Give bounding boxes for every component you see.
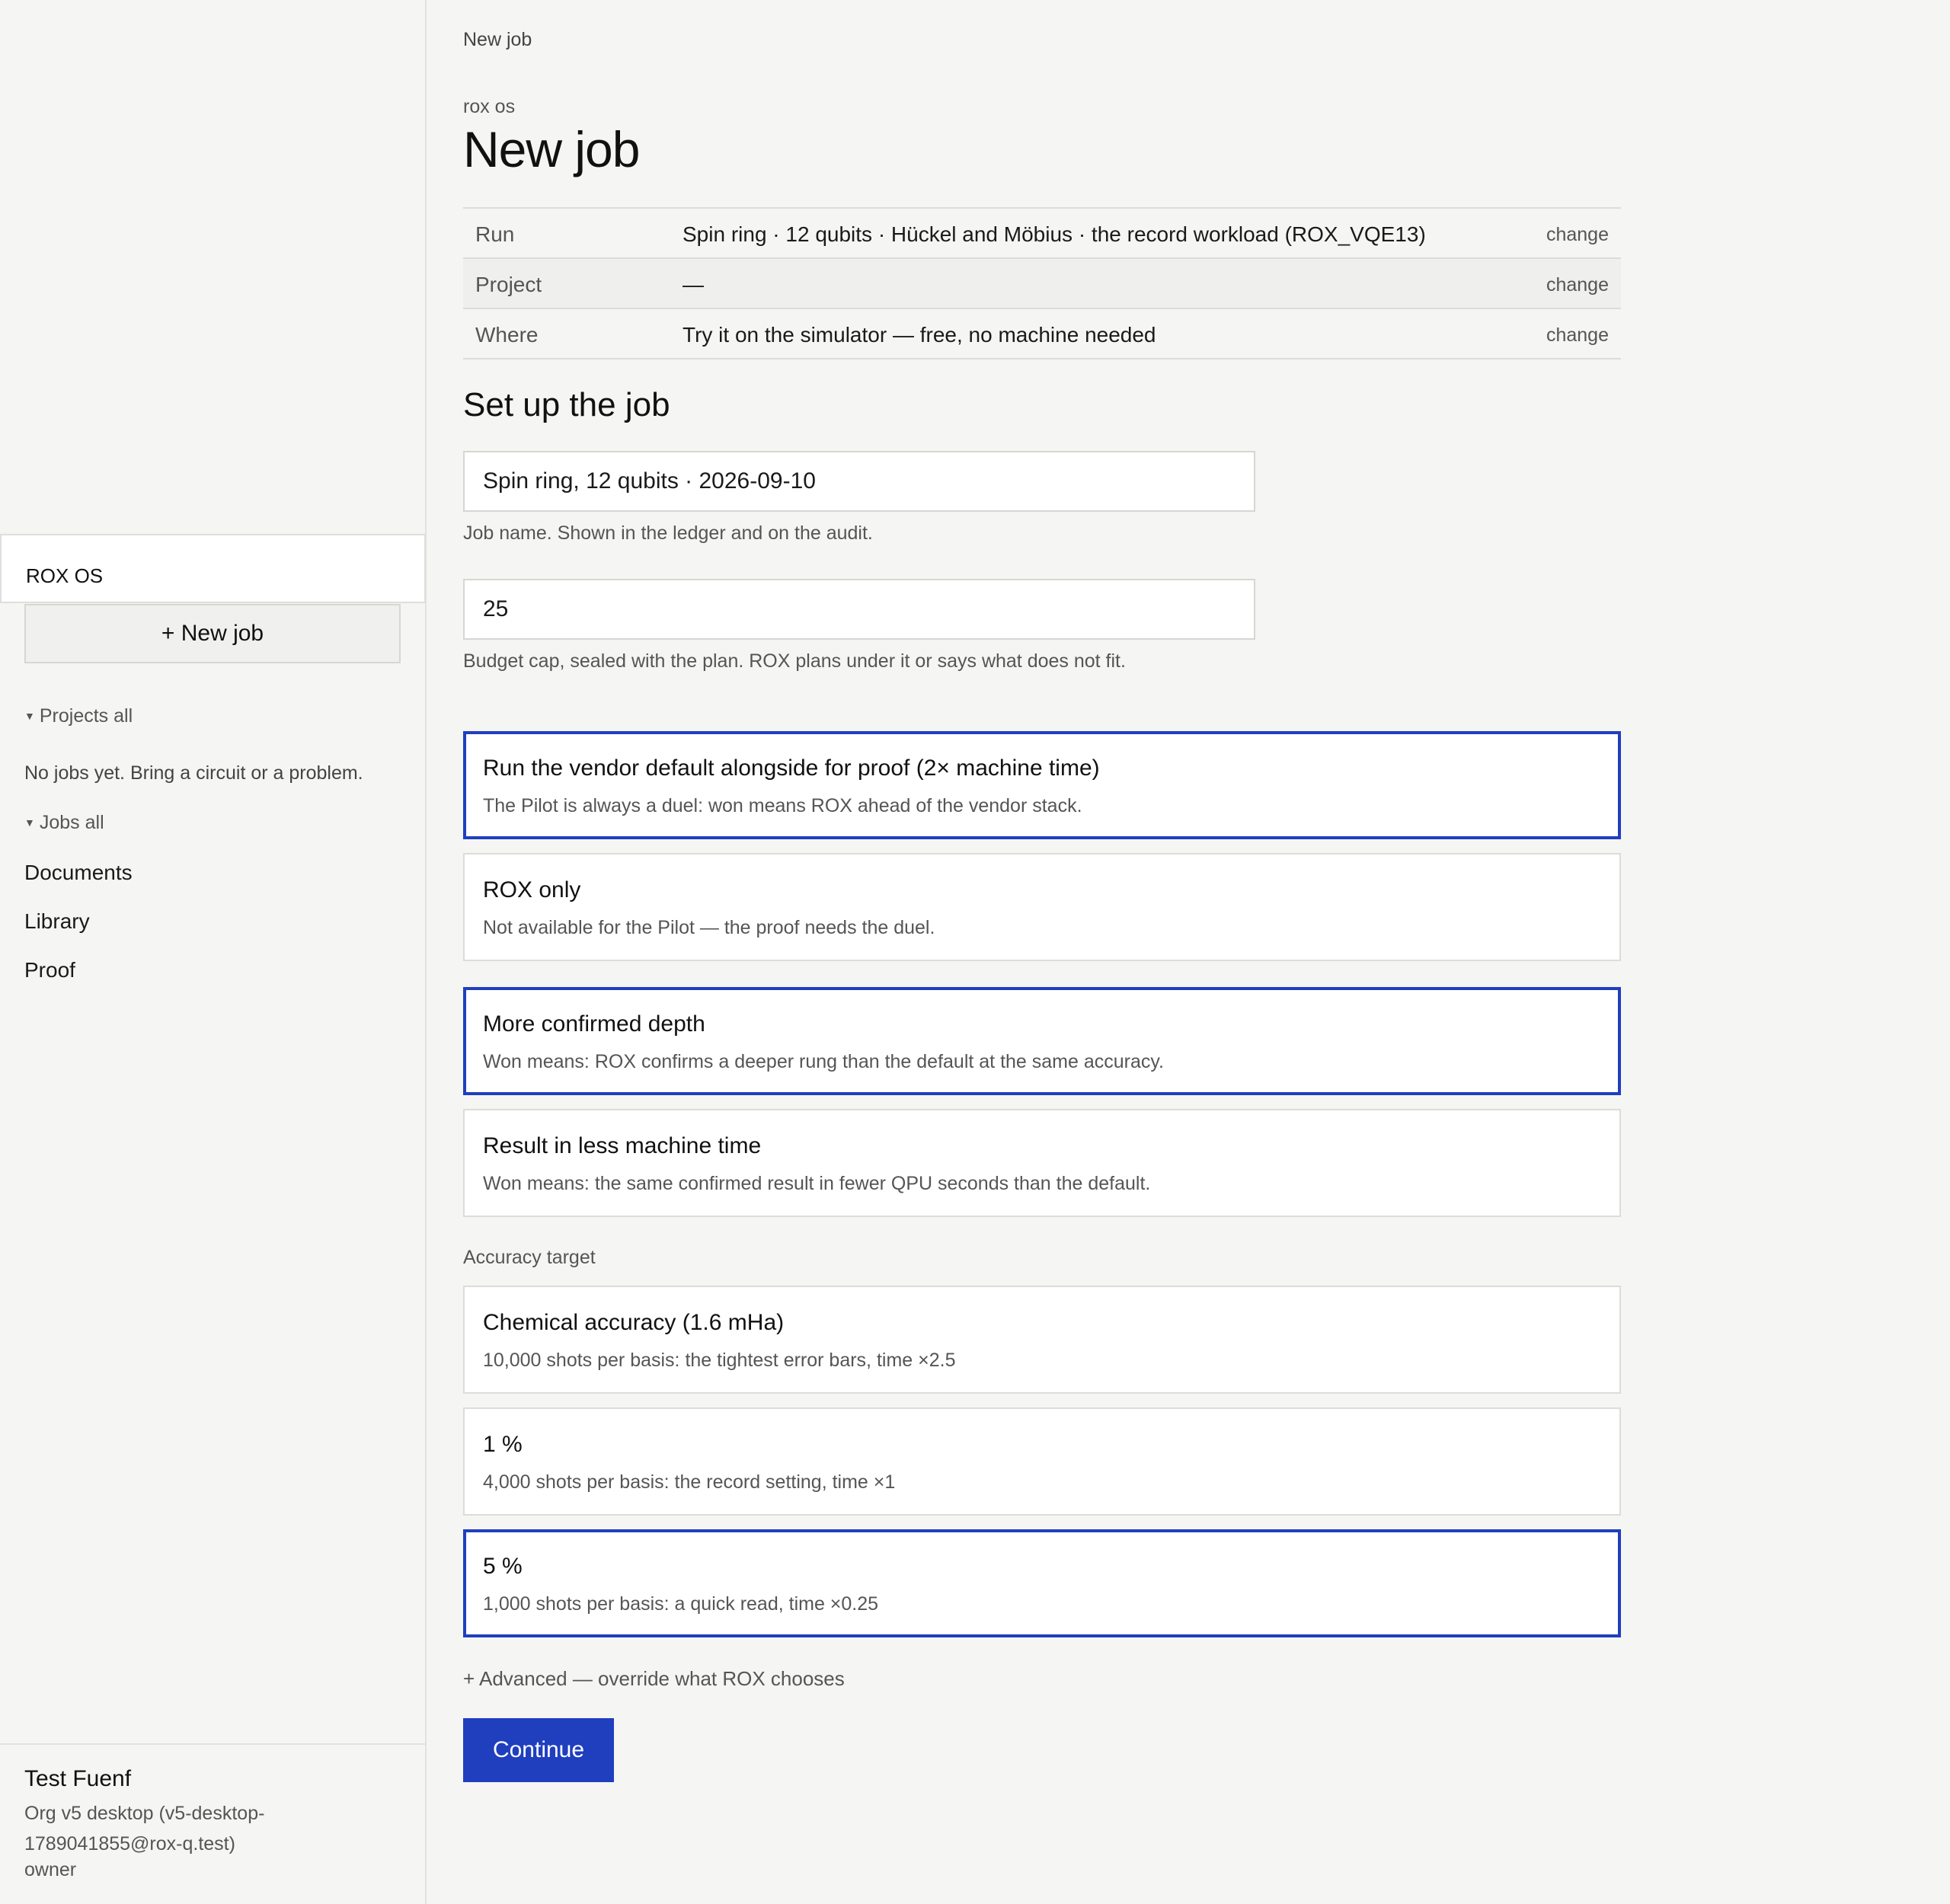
option-vendor-duel[interactable]: Run the vendor default alongside for pro…	[463, 731, 1621, 839]
projects-toggle-label: Projects all	[39, 705, 133, 727]
sidebar-item-library[interactable]: Library	[24, 909, 90, 934]
sidebar-item-documents[interactable]: Documents	[24, 861, 133, 885]
job-summary-table: Run Spin ring · 12 qubits · Hückel and M…	[463, 207, 1621, 359]
sidebar: ROX OS + New job ▼ Projects all No jobs y…	[0, 0, 427, 1904]
option-description: 10,000 shots per basis: the tightest err…	[483, 1350, 956, 1371]
user-role: owner	[24, 1859, 77, 1880]
brand-label: ROX OS	[26, 564, 104, 587]
summary-row-where: Where Try it on the simulator — free, no…	[463, 309, 1621, 359]
user-name: Test Fuenf	[24, 1766, 132, 1791]
option-title: 5 %	[483, 1554, 523, 1579]
summary-value: Try it on the simulator — free, no machi…	[682, 323, 1156, 347]
summary-value: Spin ring · 12 qubits · Hückel and Möbiu…	[682, 222, 1426, 246]
change-where-link[interactable]: change	[1546, 324, 1609, 347]
projects-toggle[interactable]: ▼ Projects all	[24, 705, 133, 727]
option-description: Not available for the Pilot — the proof …	[483, 917, 935, 938]
change-run-link[interactable]: change	[1546, 224, 1609, 246]
change-project-link[interactable]: change	[1546, 274, 1609, 296]
option-title: Result in less machine time	[483, 1133, 762, 1158]
option-description: Won means: ROX confirms a deeper rung th…	[483, 1051, 1164, 1072]
page-title: New job	[463, 121, 640, 177]
page-eyebrow: rox os	[463, 96, 516, 117]
summary-key: Project	[475, 273, 542, 296]
summary-key: Run	[475, 222, 515, 246]
budget-cap-input[interactable]	[463, 579, 1255, 640]
budget-cap-hint: Budget cap, sealed with the plan. ROX pl…	[463, 650, 1126, 672]
option-title: Chemical accuracy (1.6 mHa)	[483, 1310, 785, 1335]
advanced-toggle[interactable]: + Advanced — override what ROX chooses	[463, 1667, 845, 1691]
summary-value: —	[682, 273, 704, 296]
jobs-toggle[interactable]: ▼ Jobs all	[24, 812, 104, 834]
sidebar-item-proof[interactable]: Proof	[24, 958, 75, 982]
accuracy-target-label: Accuracy target	[463, 1247, 596, 1268]
option-rox-only[interactable]: ROX only Not available for the Pilot — t…	[463, 853, 1621, 961]
breadcrumb: New job	[463, 29, 532, 50]
jobs-toggle-label: Jobs all	[39, 812, 104, 833]
section-title: Set up the job	[463, 386, 670, 423]
job-name-input[interactable]	[463, 451, 1255, 512]
option-more-depth[interactable]: More confirmed depth Won means: ROX conf…	[463, 987, 1621, 1095]
option-description: 1,000 shots per basis: a quick read, tim…	[483, 1593, 879, 1615]
option-title: ROX only	[483, 877, 581, 902]
option-title: More confirmed depth	[483, 1011, 705, 1037]
caret-down-icon: ▼	[24, 710, 35, 722]
option-chemical-accuracy[interactable]: Chemical accuracy (1.6 mHa) 10,000 shots…	[463, 1286, 1621, 1394]
brand-header: ROX OS	[0, 534, 426, 603]
user-org: Org v5 desktop (v5-desktop-1789041855@ro…	[24, 1803, 265, 1854]
continue-button[interactable]: Continue	[463, 1718, 614, 1782]
option-5-percent[interactable]: 5 % 1,000 shots per basis: a quick read,…	[463, 1529, 1621, 1637]
option-description: The Pilot is always a duel: won means RO…	[483, 795, 1082, 816]
user-account[interactable]: Test Fuenf Org v5 desktop (v5-desktop-17…	[0, 1743, 425, 1904]
empty-jobs-message: No jobs yet. Bring a circuit or a proble…	[24, 762, 363, 784]
summary-row-run: Run Spin ring · 12 qubits · Hückel and M…	[463, 209, 1621, 259]
summary-row-project: Project — change	[463, 259, 1621, 309]
option-less-machine-time[interactable]: Result in less machine time Won means: t…	[463, 1109, 1621, 1217]
option-title: 1 %	[483, 1432, 523, 1457]
option-description: 4,000 shots per basis: the record settin…	[483, 1471, 896, 1493]
option-1-percent[interactable]: 1 % 4,000 shots per basis: the record se…	[463, 1407, 1621, 1516]
option-description: Won means: the same confirmed result in …	[483, 1173, 1151, 1194]
job-name-hint: Job name. Shown in the ledger and on the…	[463, 522, 873, 544]
option-title: Run the vendor default alongside for pro…	[483, 756, 1100, 781]
caret-down-icon: ▼	[24, 816, 35, 829]
summary-key: Where	[475, 323, 539, 347]
new-job-button[interactable]: + New job	[24, 604, 401, 663]
